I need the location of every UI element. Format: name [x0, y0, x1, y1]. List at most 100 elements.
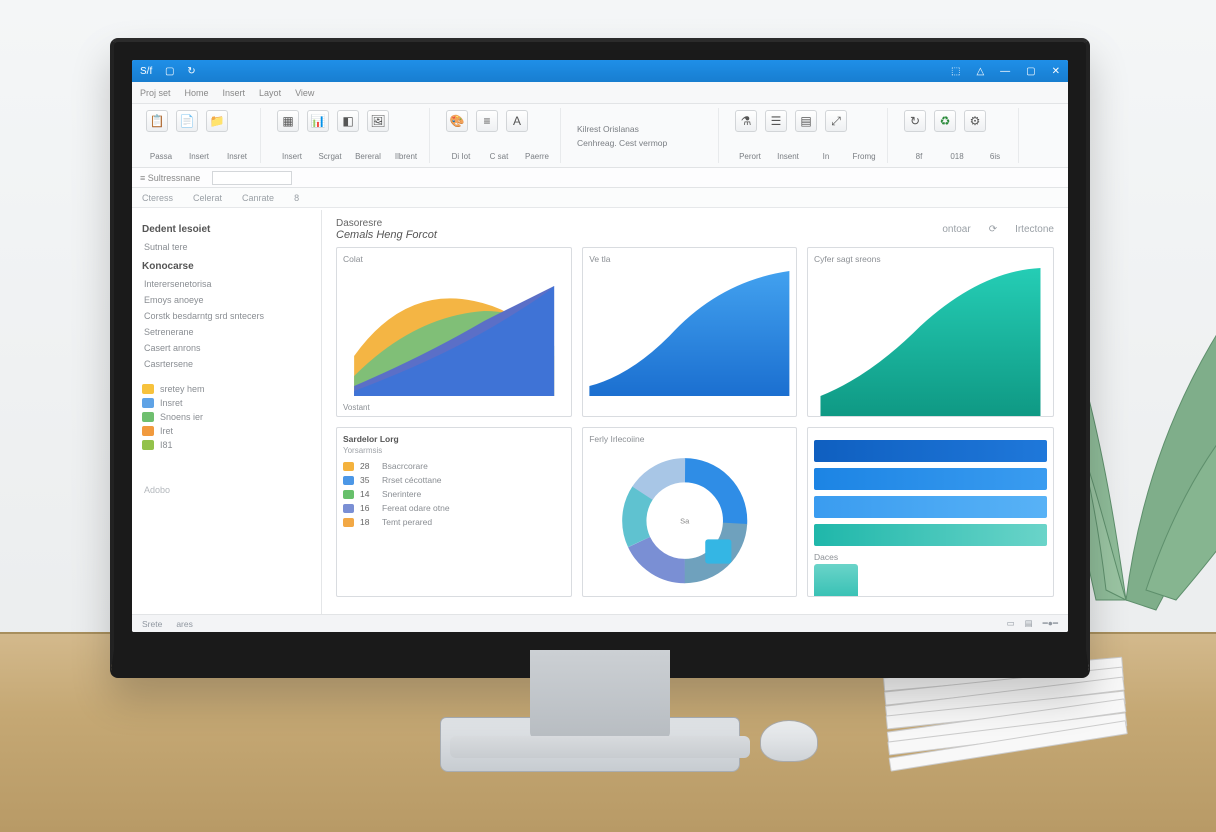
tab[interactable]: Layot	[259, 88, 281, 98]
list-card[interactable]: Sardelor Lorg Yorsarmsis 28Bsacrcorare35…	[336, 427, 572, 597]
ribbon-label: Perort	[735, 152, 765, 161]
sidebar-section-title: Konocarse	[142, 261, 311, 272]
sidebar-item[interactable]: Casert anrons	[142, 340, 311, 356]
sidebar-item[interactable]: Interersenetorisa	[142, 276, 311, 292]
qat-icon[interactable]: ▢	[165, 66, 174, 77]
ribbon-group-format: 🎨 ≡ A Di Iot C sat Paerre	[438, 108, 561, 163]
tab[interactable]: Home	[185, 88, 209, 98]
ribbon-label: In	[811, 152, 841, 161]
align-icon[interactable]: ≡	[476, 110, 498, 132]
expand-icon[interactable]: ⤢	[825, 110, 847, 132]
title-bar: S/f ▢ ↻ ⬚ △ — ▢ ✕	[132, 60, 1068, 82]
sidebar-swatch-item[interactable]: Insret	[142, 396, 311, 410]
file-icon[interactable]: 📄	[176, 110, 198, 132]
min-icon[interactable]: —	[1000, 66, 1010, 77]
close-icon[interactable]: ✕	[1052, 66, 1060, 77]
swatch-label: sretey hem	[160, 384, 205, 394]
list-row[interactable]: 18Temt perared	[343, 515, 565, 529]
sidebar-swatch-item[interactable]: I81	[142, 438, 311, 452]
tab[interactable]: Proj set	[140, 88, 171, 98]
grid-icon[interactable]: ▤	[795, 110, 817, 132]
monitor: S/f ▢ ↻ ⬚ △ — ▢ ✕ Proj set Home Insert L…	[110, 38, 1090, 678]
sidebar-item[interactable]: Sutnal tere	[142, 239, 311, 255]
chart-card-area-teal[interactable]: Cyfer sagt sreons	[807, 247, 1054, 417]
name-box[interactable]	[212, 171, 292, 185]
sidebar-item[interactable]: Emoys anoeye	[142, 292, 311, 308]
chart-icon[interactable]: 📊	[307, 110, 329, 132]
max-icon[interactable]: ▢	[1026, 66, 1035, 77]
area-chart-icon	[814, 266, 1047, 416]
card-legend: Vostant	[343, 403, 370, 412]
ribbon-label: Di Iot	[446, 152, 476, 161]
paste-icon[interactable]: 📋	[146, 110, 168, 132]
chart-card-area-multi[interactable]: Colat Vostant	[336, 247, 572, 417]
status-item: Srete	[142, 619, 162, 629]
canvas-header-link[interactable]: Irtectone	[1015, 224, 1054, 235]
mouse	[760, 720, 818, 762]
ribbon-group-title: Kilrest Orislanas Cenhreag. Cest vermop	[569, 108, 719, 163]
text-icon[interactable]: A	[506, 110, 528, 132]
list-row[interactable]: 28Bsacrcorare	[343, 459, 565, 473]
settings-icon[interactable]: ⚙	[964, 110, 986, 132]
swatch-label: I81	[160, 440, 173, 450]
color-icon[interactable]: 🎨	[446, 110, 468, 132]
chart-card-donut[interactable]: Ferly Irlecoiine Sa	[582, 427, 797, 597]
donut-chart-icon: Sa	[589, 446, 790, 586]
refresh-icon[interactable]: ⟳	[989, 224, 997, 235]
status-bar: Srete ares ▭ ▤ ━●━	[132, 614, 1068, 632]
app-logo: S/f	[140, 66, 152, 77]
card-title: Colat	[343, 254, 565, 264]
app-window: S/f ▢ ↻ ⬚ △ — ▢ ✕ Proj set Home Insert L…	[132, 60, 1068, 632]
card-subtitle: Yorsarmsis	[343, 446, 565, 455]
sidebar-item[interactable]: Setrenerane	[142, 324, 311, 340]
ribbon-label: Scrgat	[315, 152, 345, 161]
subtab[interactable]: Celerat	[193, 193, 222, 203]
sidebar-swatch-item[interactable]: sretey hem	[142, 382, 311, 396]
swatch-label: Insret	[160, 398, 183, 408]
sidebar-swatch-item[interactable]: Snoens ier	[142, 410, 311, 424]
svg-text:Sa: Sa	[680, 516, 690, 525]
view-layout-icon[interactable]: ▤	[1025, 618, 1033, 629]
sidebar-item[interactable]: Casrtersene	[142, 356, 311, 372]
refresh-icon[interactable]: ↻	[904, 110, 926, 132]
ribbon-group-data: ↻ ♻ ⚙ 8f 018 6is	[896, 108, 1019, 163]
tab[interactable]: View	[295, 88, 314, 98]
swatch-label: Snoens ier	[160, 412, 203, 422]
filter-icon[interactable]: ⚗	[735, 110, 757, 132]
ribbon-label: Insent	[773, 152, 803, 161]
card-title: Ferly Irlecoiine	[589, 434, 790, 444]
recycle-icon[interactable]: ♻	[934, 110, 956, 132]
ribbon: 📋 📄 📁 Passa Insert Insret ▦ 📊 ◧ 🖼	[132, 104, 1068, 168]
ribbon-label: C sat	[484, 152, 514, 161]
subtab[interactable]: Cteress	[142, 193, 173, 203]
area-chart-icon	[589, 266, 790, 396]
ribbon-group-tools: ⚗ ☰ ▤ ⤢ Perort Insent In Fromg	[727, 108, 888, 163]
shape-icon[interactable]: ◧	[337, 110, 359, 132]
ribbon-label: 018	[942, 152, 972, 161]
canvas-header-link[interactable]: ontoar	[942, 224, 970, 235]
list-row[interactable]: 14Snerintere	[343, 487, 565, 501]
tab[interactable]: Insert	[223, 88, 246, 98]
ribbon-label: Bereral	[353, 152, 383, 161]
subtab[interactable]: 8	[294, 193, 299, 203]
folder-icon[interactable]: 📁	[206, 110, 228, 132]
subtab[interactable]: Canrate	[242, 193, 274, 203]
formula-bar: ≡ Sultressnane	[132, 168, 1068, 188]
view-normal-icon[interactable]: ▭	[1007, 618, 1015, 629]
sidebar-swatch-item[interactable]: Iret	[142, 424, 311, 438]
status-item: ares	[176, 619, 193, 629]
layers-icon[interactable]: ☰	[765, 110, 787, 132]
card-title: Daces	[814, 552, 1047, 562]
list-row[interactable]: 16Fereat odare otne	[343, 501, 565, 515]
swatch-label: Iret	[160, 426, 173, 436]
chart-card-area-blue[interactable]: Ve tla	[582, 247, 797, 417]
qat-icon[interactable]: ↻	[187, 66, 195, 77]
sidebar-section-title: Dedent lesoiet	[142, 224, 311, 235]
zoom-slider[interactable]: ━●━	[1043, 618, 1058, 629]
sidebar-item[interactable]: Corstk besdarntg srd sntecers	[142, 308, 311, 324]
chart-card-bars[interactable]: Daces	[807, 427, 1054, 597]
list-row[interactable]: 35Rrset cécottane	[343, 473, 565, 487]
image-icon[interactable]: 🖼	[367, 110, 389, 132]
ribbon-label: 6is	[980, 152, 1010, 161]
table-icon[interactable]: ▦	[277, 110, 299, 132]
